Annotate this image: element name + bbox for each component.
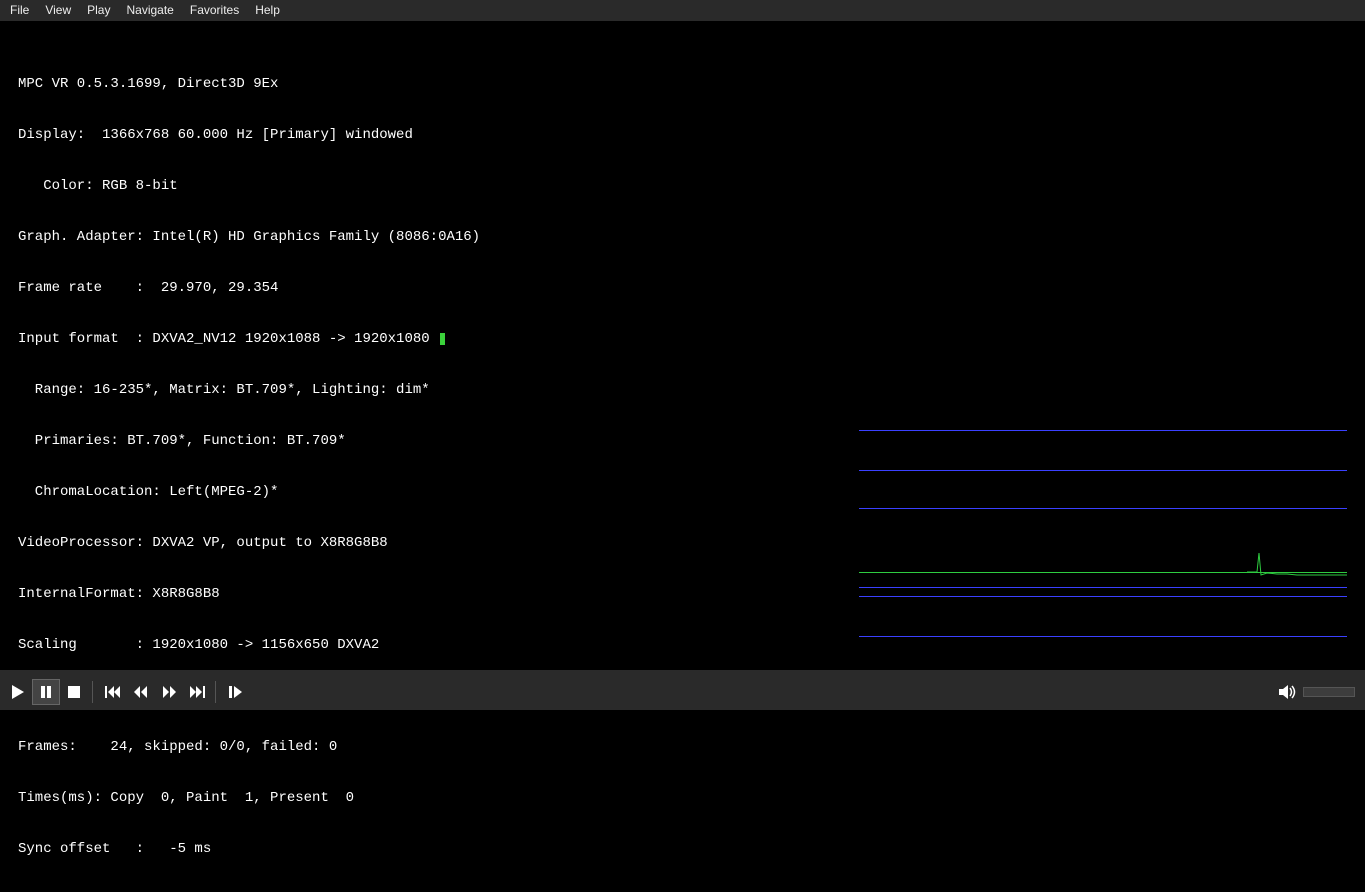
menu-help[interactable]: Help	[247, 1, 288, 20]
rewind-button[interactable]	[127, 679, 155, 705]
menu-bar: File View Play Navigate Favorites Help	[0, 0, 1365, 22]
fast-forward-icon	[161, 686, 177, 698]
video-area[interactable]: MPC VR 0.5.3.1699, Direct3D 9Ex Display:…	[0, 22, 1365, 670]
graph-line-flat	[859, 470, 1347, 471]
osd-line: Range: 16-235*, Matrix: BT.709*, Lightin…	[18, 382, 480, 399]
osd-line: VideoProcessor: DXVA2 VP, output to X8R8…	[18, 535, 480, 552]
separator	[215, 681, 216, 703]
skip-back-button[interactable]	[99, 679, 127, 705]
osd-line: Scaling : 1920x1080 -> 1156x650 DXVA2	[18, 637, 480, 654]
sync-upper-bound-line	[859, 508, 1347, 509]
graph-line-flat	[859, 596, 1347, 597]
osd-line: Times(ms): Copy 0, Paint 1, Present 0	[18, 790, 480, 807]
sync-offset-graph	[859, 508, 1347, 588]
osd-line: Input format : DXVA2_NV12 1920x1088 -> 1…	[18, 331, 480, 348]
separator	[92, 681, 93, 703]
playback-controls	[0, 674, 1365, 710]
graph-row-4	[859, 586, 1347, 626]
pause-button[interactable]	[32, 679, 60, 705]
osd-line: InternalFormat: X8R8G8B8	[18, 586, 480, 603]
graph-line-flat	[859, 636, 1347, 637]
video-cursor-blip	[440, 333, 445, 345]
graph-row-1	[859, 420, 1347, 460]
speaker-icon	[1279, 684, 1297, 700]
graph-row-5	[859, 626, 1347, 666]
osd-line: Primaries: BT.709*, Function: BT.709*	[18, 433, 480, 450]
frame-step-icon	[229, 686, 243, 698]
menu-play[interactable]: Play	[79, 1, 118, 20]
skip-back-icon	[105, 686, 121, 698]
osd-line: Display: 1366x768 60.000 Hz [Primary] wi…	[18, 127, 480, 144]
fast-forward-button[interactable]	[155, 679, 183, 705]
osd-line: Frame rate : 29.970, 29.354	[18, 280, 480, 297]
play-button[interactable]	[4, 679, 32, 705]
rewind-icon	[133, 686, 149, 698]
osd-line: Frames: 24, skipped: 0/0, failed: 0	[18, 739, 480, 756]
osd-stats-overlay: MPC VR 0.5.3.1699, Direct3D 9Ex Display:…	[18, 42, 480, 892]
menu-view[interactable]: View	[37, 1, 79, 20]
menu-favorites[interactable]: Favorites	[182, 1, 247, 20]
frame-step-button[interactable]	[222, 679, 250, 705]
sync-trace-wiggle	[1247, 553, 1347, 583]
menu-file[interactable]: File	[2, 1, 37, 20]
volume-control[interactable]	[1279, 684, 1355, 700]
skip-forward-icon	[189, 686, 205, 698]
menu-navigate[interactable]: Navigate	[118, 1, 181, 20]
skip-forward-button[interactable]	[183, 679, 211, 705]
stats-graphs	[859, 420, 1347, 666]
osd-line: Color: RGB 8-bit	[18, 178, 480, 195]
volume-slider[interactable]	[1303, 687, 1355, 697]
osd-line: Sync offset : -5 ms	[18, 841, 480, 858]
osd-line: Graph. Adapter: Intel(R) HD Graphics Fam…	[18, 229, 480, 246]
stop-icon	[68, 686, 80, 698]
stop-button[interactable]	[60, 679, 88, 705]
osd-line: ChromaLocation: Left(MPEG-2)*	[18, 484, 480, 501]
osd-line: MPC VR 0.5.3.1699, Direct3D 9Ex	[18, 76, 480, 93]
pause-icon	[40, 686, 52, 698]
graph-line-flat	[859, 430, 1347, 431]
play-icon	[11, 685, 25, 699]
graph-row-2	[859, 460, 1347, 500]
